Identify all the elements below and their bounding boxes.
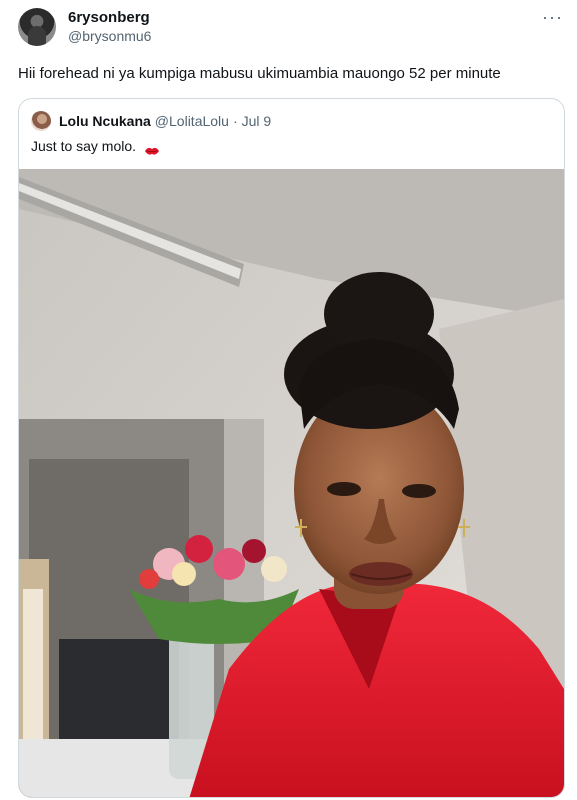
kiss-mark-icon (144, 142, 160, 155)
tweet-header: 6rysonberg @brysonmu6 ··· (18, 8, 563, 48)
author-names: 6rysonberg @brysonmu6 (68, 9, 151, 45)
quoted-tweet-header: Lolu Ncukana @LolitaLolu · Jul 9 (31, 111, 271, 131)
quoted-tweet-text: Just to say molo. (31, 137, 160, 155)
author-handle[interactable]: @brysonmu6 (68, 27, 151, 45)
quoted-tweet-text-content: Just to say molo. (31, 138, 137, 154)
quoted-tweet[interactable]: Lolu Ncukana @LolitaLolu · Jul 9 Just to… (18, 98, 565, 798)
quoted-tweet-date[interactable]: Jul 9 (242, 113, 272, 129)
more-options-icon[interactable]: ··· (542, 8, 563, 26)
quoted-author-handle[interactable]: @LolitaLolu (155, 113, 229, 129)
author-display-name[interactable]: 6rysonberg (68, 9, 151, 27)
quoted-author-avatar[interactable] (31, 111, 51, 131)
author-avatar[interactable] (18, 8, 56, 46)
quoted-media-photo[interactable] (19, 169, 564, 797)
tweet-card[interactable]: 6rysonberg @brysonmu6 ··· Hii forehead n… (0, 0, 577, 800)
separator-dot: · (232, 113, 238, 129)
quoted-author-display-name[interactable]: Lolu Ncukana (59, 113, 151, 129)
tweet-text: Hii forehead ni ya kumpiga mabusu ukimua… (18, 65, 501, 82)
